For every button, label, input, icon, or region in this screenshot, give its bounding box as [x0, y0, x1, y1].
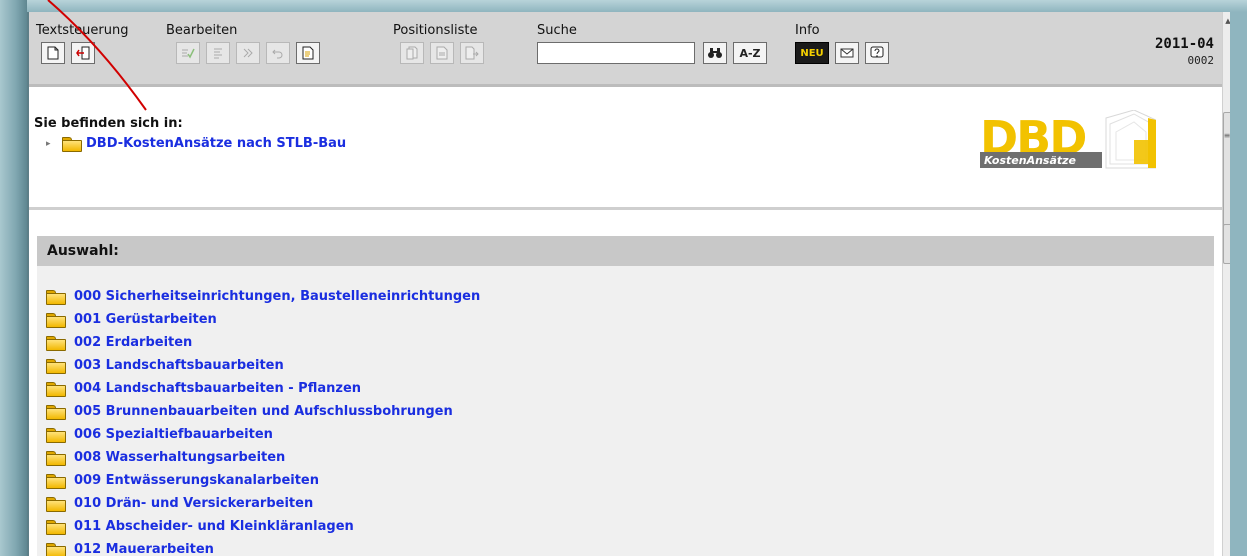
list-item[interactable]: 012 Mauerarbeiten — [46, 538, 1214, 556]
category-list: 000 Sicherheitseinrichtungen, Baustellen… — [37, 266, 1214, 556]
vertical-scrollbar[interactable]: ▲ ≡ — [1222, 12, 1230, 556]
breadcrumb-title: Sie befinden sich in: — [34, 116, 183, 131]
scroll-grip-icon: ≡ — [1223, 131, 1230, 140]
position-list-button[interactable] — [430, 42, 454, 64]
group-label-bearbeiten: Bearbeiten — [166, 23, 238, 38]
list-item[interactable]: 010 Drän- und Versickerarbeiten — [46, 492, 1214, 515]
dbd-kostenansaetze-logo: DBD KostenAnsätze — [980, 110, 1156, 169]
category-link[interactable]: 003 Landschaftsbauarbeiten — [74, 358, 284, 373]
list-item[interactable]: 000 Sicherheitseinrichtungen, Baustellen… — [46, 285, 1214, 308]
logo-sub-text: KostenAnsätze — [984, 154, 1077, 167]
category-link[interactable]: 012 Mauerarbeiten — [74, 542, 214, 556]
category-link[interactable]: 011 Abscheider- und Kleinkläranlagen — [74, 519, 354, 534]
category-link[interactable]: 004 Landschaftsbauarbeiten - Pflanzen — [74, 381, 361, 396]
toolbar: Textsteuerung Bearbeiten Positionsliste … — [29, 12, 1222, 87]
add-position-button[interactable] — [400, 42, 424, 64]
folder-icon — [46, 520, 66, 535]
group-label-textsteuerung: Textsteuerung — [36, 23, 129, 38]
folder-icon — [46, 497, 66, 512]
text-lines-icon — [214, 48, 222, 59]
list-item[interactable]: 005 Brunnenbauarbeiten und Aufschlussboh… — [46, 400, 1214, 423]
browser-content: Textsteuerung Bearbeiten Positionsliste … — [27, 12, 1230, 556]
scroll-up-arrow-icon[interactable]: ▲ — [1223, 12, 1230, 30]
list-item[interactable]: 009 Entwässerungskanalarbeiten — [46, 469, 1214, 492]
search-button[interactable] — [703, 42, 727, 64]
category-link[interactable]: 000 Sicherheitseinrichtungen, Baustellen… — [74, 289, 480, 304]
category-link[interactable]: 002 Erdarbeiten — [74, 335, 192, 350]
window-frame-left — [0, 0, 27, 556]
exit-icon — [76, 46, 90, 60]
group-label-positionsliste: Positionsliste — [393, 23, 478, 38]
double-arrow-icon — [243, 48, 253, 58]
document-edit-button[interactable] — [296, 42, 320, 64]
release-number: 0002 — [1187, 54, 1215, 67]
window-frame-top — [0, 0, 1247, 12]
binoculars-icon — [708, 48, 722, 58]
document-arrow-icon — [465, 46, 479, 60]
undo-button[interactable] — [266, 42, 290, 64]
release-label: 2011-04 — [1154, 36, 1214, 52]
group-label-info: Info — [795, 23, 820, 38]
logo-pyramid-graphic — [1105, 110, 1156, 169]
category-link[interactable]: 008 Wasserhaltungsarbeiten — [74, 450, 285, 465]
folder-icon — [46, 290, 66, 305]
category-link[interactable]: 001 Gerüstarbeiten — [74, 312, 217, 327]
version-info: 2011-04 0002 — [1155, 36, 1214, 67]
help-icon — [870, 46, 884, 58]
auswahl-panel: Auswahl: 000 Sicherheitseinrichtungen, B… — [37, 236, 1214, 556]
folder-icon — [46, 313, 66, 328]
group-label-suche: Suche — [537, 23, 577, 38]
list-item[interactable]: 011 Abscheider- und Kleinkläranlagen — [46, 515, 1214, 538]
document-icon — [436, 46, 448, 60]
mail-button[interactable] — [835, 42, 859, 64]
help-button[interactable] — [865, 42, 889, 64]
list-item[interactable]: 004 Landschaftsbauarbeiten - Pflanzen — [46, 377, 1214, 400]
breadcrumb: Sie befinden sich in: ▸ DBD-KostenAnsätz… — [29, 90, 1222, 210]
indent-button[interactable] — [206, 42, 230, 64]
category-link[interactable]: 005 Brunnenbauarbeiten und Aufschlussboh… — [74, 404, 453, 419]
breadcrumb-link[interactable]: DBD-KostenAnsätze nach STLB-Bau — [86, 136, 346, 151]
folder-icon — [62, 137, 82, 152]
scroll-thumb-secondary[interactable] — [1223, 224, 1230, 264]
auswahl-title: Auswahl: — [37, 236, 1214, 266]
folder-icon — [46, 474, 66, 489]
document-edit-icon — [302, 46, 314, 60]
new-document-icon — [47, 46, 59, 60]
forward-button[interactable] — [236, 42, 260, 64]
new-document-button[interactable] — [41, 42, 65, 64]
category-link[interactable]: 006 Spezialtiefbauarbeiten — [74, 427, 273, 442]
list-item[interactable]: 008 Wasserhaltungsarbeiten — [46, 446, 1214, 469]
envelope-icon — [840, 48, 854, 58]
check-list-icon — [182, 48, 195, 59]
check-button[interactable] — [176, 42, 200, 64]
copy-document-icon — [406, 46, 418, 60]
category-link[interactable]: 009 Entwässerungskanalarbeiten — [74, 473, 319, 488]
folder-icon — [46, 336, 66, 351]
list-item[interactable]: 002 Erdarbeiten — [46, 331, 1214, 354]
exit-button[interactable] — [71, 42, 95, 64]
folder-icon — [46, 428, 66, 443]
list-item[interactable]: 003 Landschaftsbauarbeiten — [46, 354, 1214, 377]
category-link[interactable]: 010 Drän- und Versickerarbeiten — [74, 496, 313, 511]
search-input[interactable] — [537, 42, 695, 64]
breadcrumb-item[interactable]: ▸ DBD-KostenAnsätze nach STLB-Bau — [46, 136, 346, 152]
folder-icon — [46, 451, 66, 466]
folder-icon — [46, 359, 66, 374]
folder-icon — [46, 405, 66, 420]
list-item[interactable]: 001 Gerüstarbeiten — [46, 308, 1214, 331]
a-z-index-button[interactable]: A-Z — [733, 42, 767, 64]
expand-arrow-icon[interactable]: ▸ — [46, 139, 56, 149]
export-position-button[interactable] — [460, 42, 484, 64]
list-item[interactable]: 006 Spezialtiefbauarbeiten — [46, 423, 1214, 446]
new-items-button[interactable]: NEU — [795, 42, 829, 64]
folder-icon — [46, 543, 66, 556]
folder-icon — [46, 382, 66, 397]
undo-icon — [272, 49, 283, 59]
